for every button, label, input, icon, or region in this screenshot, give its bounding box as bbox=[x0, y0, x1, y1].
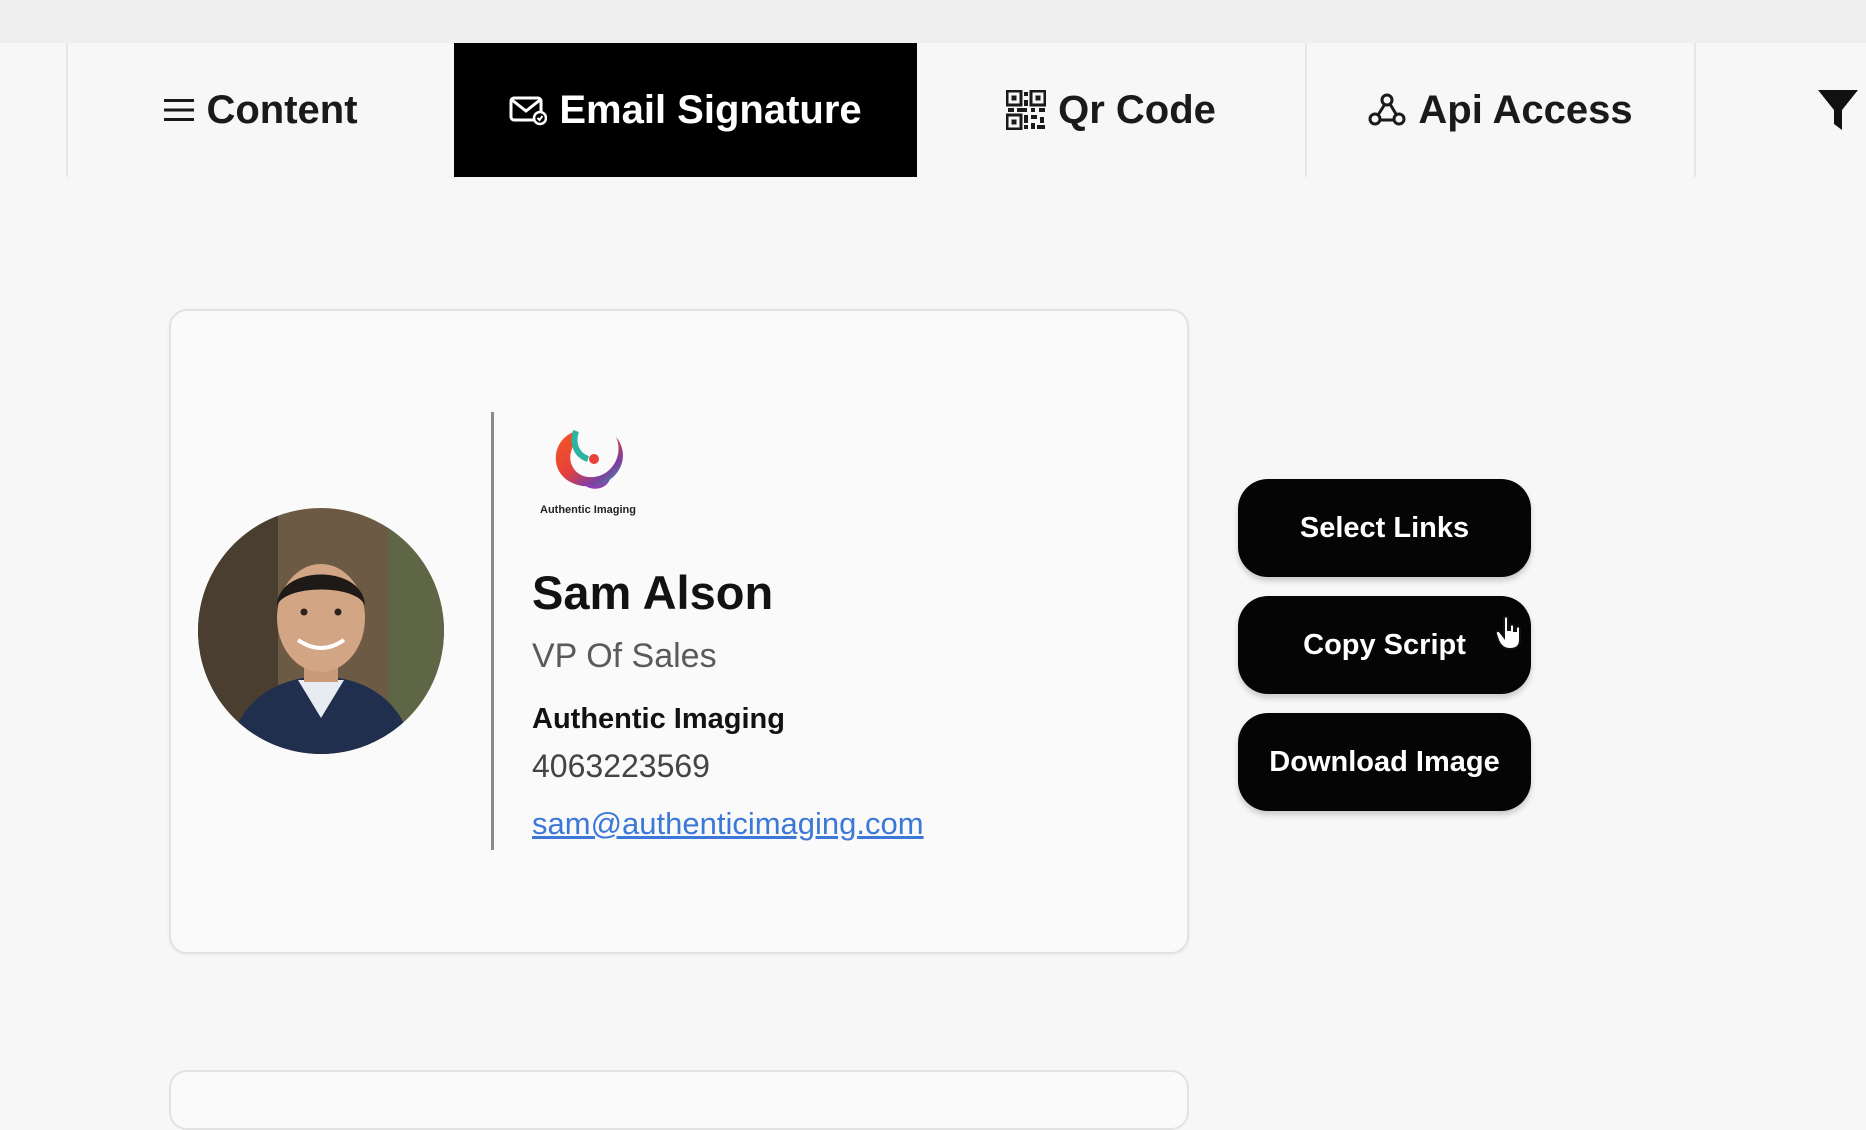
signature-role: VP Of Sales bbox=[532, 637, 717, 675]
tab-api-access[interactable]: Api Access bbox=[1307, 43, 1694, 177]
tab-content[interactable]: Content bbox=[68, 43, 454, 177]
tab-email-signature-label: Email Signature bbox=[559, 87, 862, 132]
webhook-icon bbox=[1368, 92, 1406, 128]
tab-qr-code-label: Qr Code bbox=[1058, 87, 1216, 132]
mail-icon bbox=[509, 94, 548, 126]
signature-email-link[interactable]: sam@authenticimaging.com bbox=[532, 806, 924, 842]
menu-icon bbox=[164, 97, 195, 123]
filter-icon[interactable] bbox=[1818, 90, 1858, 137]
tab-email-signature[interactable]: Email Signature bbox=[454, 43, 917, 177]
company-logo: Authentic Imaging bbox=[536, 425, 654, 523]
qr-code-icon bbox=[1006, 90, 1047, 130]
tab-content-label: Content bbox=[206, 87, 358, 132]
signature-phone: 4063223569 bbox=[532, 748, 710, 784]
hand-cursor-icon bbox=[1494, 615, 1524, 655]
tab-qr-code[interactable]: Qr Code bbox=[917, 43, 1305, 177]
signature-company: Authentic Imaging bbox=[532, 703, 785, 735]
signature-name: Sam Alson bbox=[532, 566, 774, 619]
logo-text: Authentic Imaging bbox=[540, 504, 636, 516]
copy-script-button[interactable]: Copy Script bbox=[1238, 596, 1531, 694]
next-card bbox=[169, 1070, 1189, 1130]
browser-top-bar bbox=[0, 0, 1866, 43]
signature-divider bbox=[491, 412, 494, 850]
tab-divider bbox=[1694, 43, 1696, 177]
avatar bbox=[198, 508, 444, 754]
download-image-button[interactable]: Download Image bbox=[1238, 713, 1531, 811]
select-links-button[interactable]: Select Links bbox=[1238, 479, 1531, 577]
tab-bar: Content Email Signature Qr Code Api Acce… bbox=[0, 43, 1866, 177]
tab-api-access-label: Api Access bbox=[1418, 87, 1633, 132]
